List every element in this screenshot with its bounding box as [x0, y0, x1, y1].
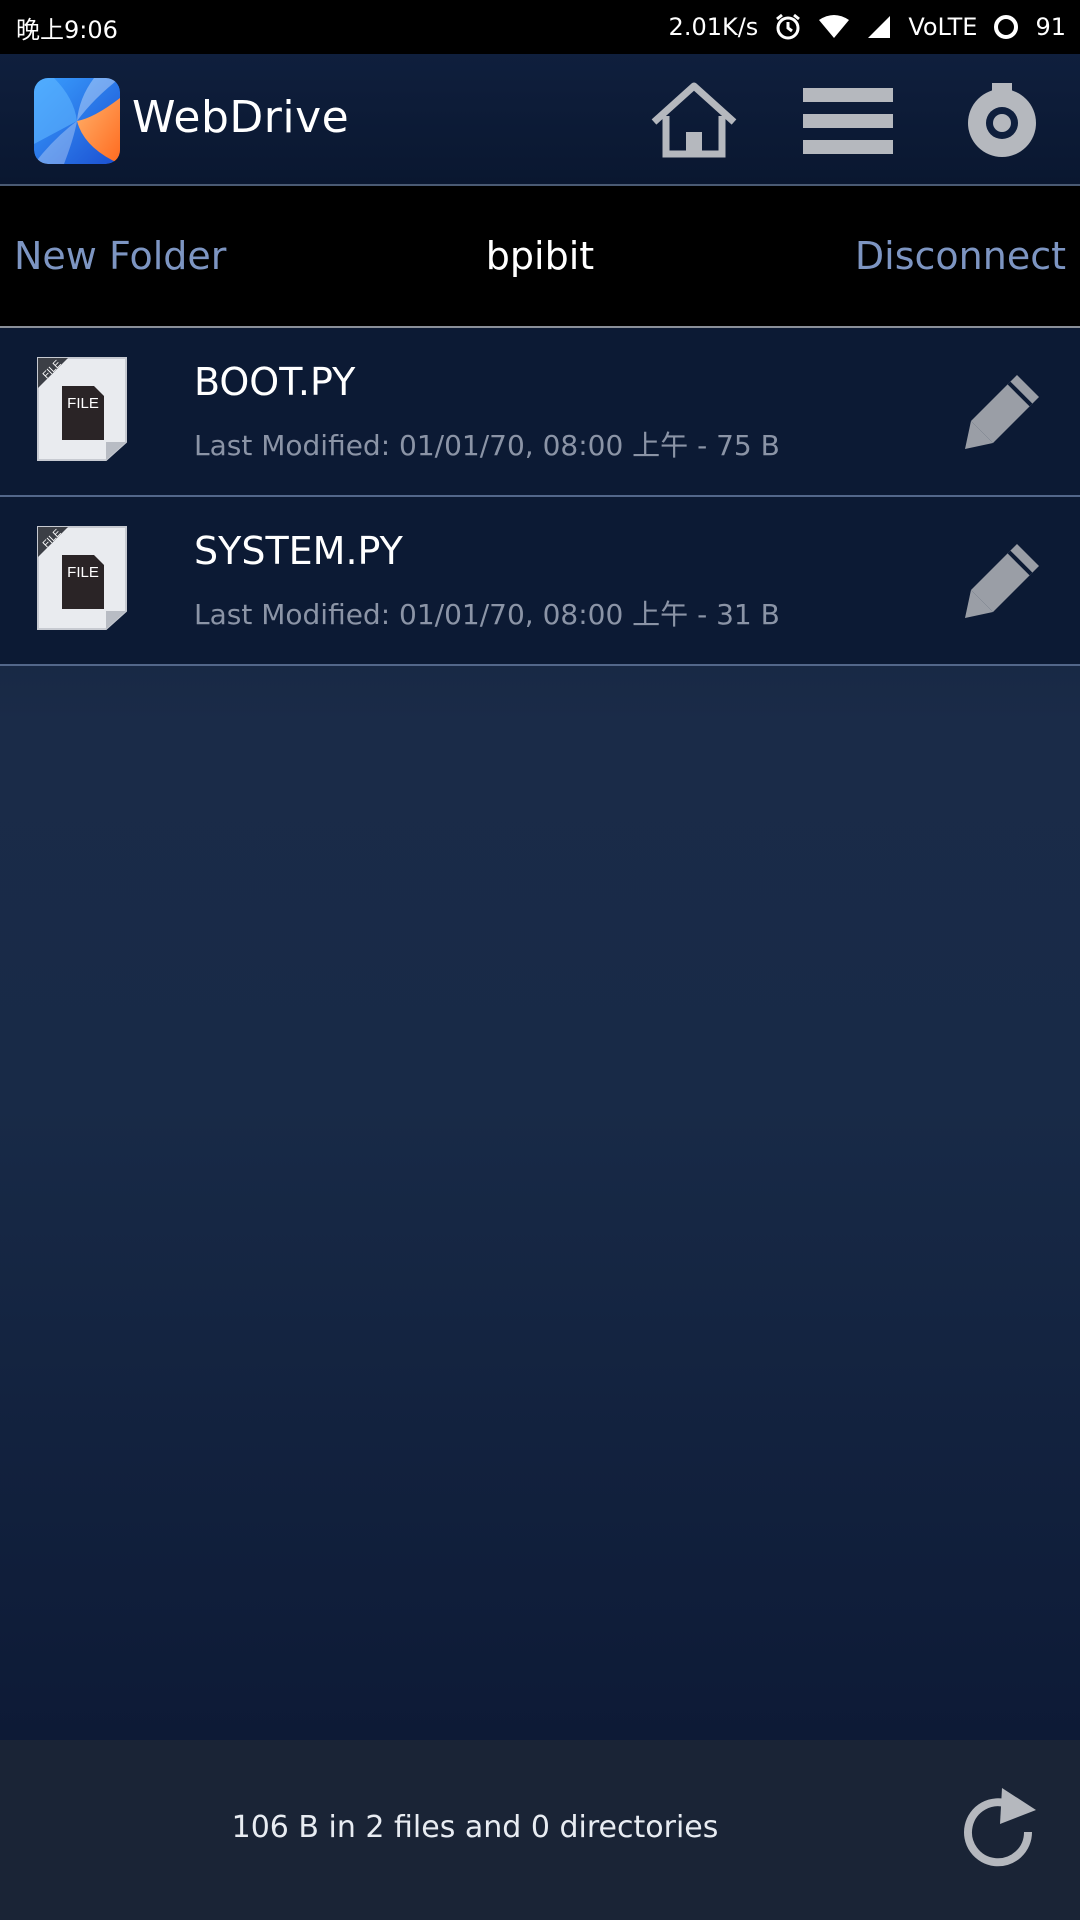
status-time: 晚上9:06	[16, 15, 118, 44]
file-name: BOOT.PY	[194, 360, 356, 404]
file-icon: FILE FILE	[34, 525, 130, 631]
refresh-icon	[964, 1788, 1036, 1867]
wifi-icon	[818, 14, 850, 40]
app-header: WebDrive	[0, 54, 1080, 186]
file-row-boot[interactable]: FILE FILE BOOT.PY Last Modified: 01/01/7…	[0, 328, 1080, 497]
disconnect-button[interactable]: Disconnect	[855, 234, 1066, 278]
network-type: VoLTE	[908, 13, 978, 41]
file-icon: FILE FILE	[34, 356, 130, 462]
menu-button[interactable]	[800, 78, 896, 164]
signal-icon	[866, 14, 892, 40]
home-button[interactable]	[646, 78, 742, 164]
file-meta: Last Modified: 01/01/70, 08:00 上午 - 31 B	[194, 598, 780, 631]
settings-button[interactable]	[954, 78, 1050, 164]
net-speed: 2.01K/s	[668, 13, 759, 41]
file-name: SYSTEM.PY	[194, 529, 403, 573]
webdrive-logo-icon	[34, 78, 120, 164]
current-folder-title: bpibit	[485, 234, 595, 278]
status-icons: 2.01K/s VoLTE 91	[669, 0, 1066, 54]
edit-file-button[interactable]	[960, 368, 1046, 454]
file-meta: Last Modified: 01/01/70, 08:00 上午 - 75 B	[194, 429, 780, 462]
battery-level: 91	[1035, 13, 1066, 41]
alarm-icon	[774, 13, 802, 41]
menu-icon	[803, 88, 893, 154]
path-bar: New Folder bpibit Disconnect	[0, 186, 1080, 329]
edit-file-button[interactable]	[960, 537, 1046, 623]
footer-bar: 106 B in 2 files and 0 directories	[0, 1740, 1080, 1920]
new-folder-button[interactable]: New Folder	[14, 234, 226, 278]
battery-icon	[993, 14, 1019, 40]
status-bar: 晚上9:06 2.01K/s VoLTE 91	[0, 0, 1080, 54]
file-row-system[interactable]: FILE FILE SYSTEM.PY Last Modified: 01/01…	[0, 497, 1080, 666]
pencil-icon	[965, 375, 1039, 449]
pencil-icon	[965, 544, 1039, 618]
storage-summary: 106 B in 2 files and 0 directories	[231, 1810, 719, 1845]
settings-icon	[968, 83, 1036, 157]
app-title: WebDrive	[132, 92, 350, 143]
home-icon	[651, 82, 737, 158]
svg-text:FILE: FILE	[67, 564, 99, 581]
file-list: FILE FILE BOOT.PY Last Modified: 01/01/7…	[0, 328, 1080, 1740]
svg-text:FILE: FILE	[67, 395, 99, 412]
refresh-button[interactable]	[956, 1784, 1046, 1880]
